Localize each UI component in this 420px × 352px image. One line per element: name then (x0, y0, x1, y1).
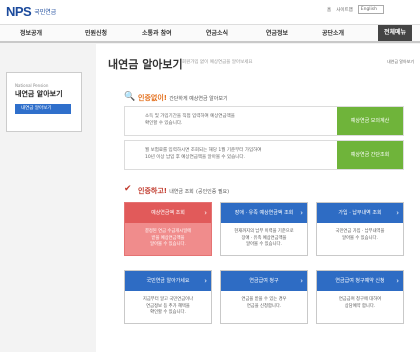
simple-lookup-row: 월 보험료를 입력하시면 조회되는 해당 1월 기준부터 가입하여 10년 이상… (124, 140, 404, 170)
simulation-desc-line1: 소득 및 가입기간을 직접 입력하여 예상연금액을 (145, 114, 235, 119)
language-select[interactable]: English (357, 5, 384, 14)
sidebar: National Pension 내연금 알아보기 내연금 알아보기 (6, 72, 82, 132)
sidebar-item-my-pension[interactable]: 내연금 알아보기 (15, 104, 71, 114)
main-content: 내연금 알아보기 회원가입 없이 예상연금을 알아보세요 내연금 알아보기 🔍 … (96, 44, 420, 352)
checkmark-icon: ✔ (124, 184, 132, 194)
nav-item-info[interactable]: 정보공개 (20, 28, 42, 37)
card-line: 상담예약 합니다. (344, 303, 376, 309)
card-line: 연금을 신청합니다. (246, 303, 282, 309)
page-description: 회원가입 없이 예상연금을 알아보세요 (182, 60, 253, 65)
card-benefit-claim-body: 연금을 받을 수 있는 경우 연금을 신청합니다. (221, 291, 307, 310)
main-nav: 정보공개 민원신청 소통과 참여 연금소식 연금정보 공단소개 전체메뉴 (0, 24, 420, 43)
section-auth-note: (공인인증 필요) (196, 189, 230, 195)
nav-item-pension-info[interactable]: 연금정보 (266, 28, 288, 37)
card-benefit-claim-title: 연금급여 청구 (249, 278, 279, 284)
card-payment-history-title: 가입 · 납부내역 조회 (338, 210, 382, 216)
card-payment-history-body: 국민연금 가입 · 납부내역을 알아볼 수 있습니다. (317, 223, 403, 242)
section-auth-title: 인증하고! 내연금 조회 (공인인증 필요) (138, 186, 229, 196)
card-line: 알아볼 수 있습니다. (342, 235, 378, 241)
chevron-right-icon: › (300, 277, 303, 285)
top-bar: NPS 국민연금 홈 사이트맵 English (0, 0, 420, 24)
card-claim-reservation-title: 연금급여 청구예약 신청 (335, 278, 385, 284)
page-title: 내연금 알아보기 (108, 58, 183, 71)
breadcrumb[interactable]: 내연금 알아보기 (387, 59, 414, 65)
card-disability-survivor-title: 장애 · 유족 예상연금액 조회 (234, 210, 294, 216)
nav-item-communication[interactable]: 소통과 참여 (142, 28, 172, 37)
card-disability-survivor-head: 장애 · 유족 예상연금액 조회 › (221, 203, 307, 223)
logo-mark: NPS (6, 4, 32, 19)
card-payment-history-head: 가입 · 납부내역 조회 › (317, 203, 403, 223)
sidebar-title: 내연금 알아보기 (15, 90, 63, 98)
simple-lookup-desc-line2: 10년 이상 납입 후 예상연금액을 알아볼 수 있습니다. (145, 155, 245, 160)
section-auth-text: 내연금 조회 (169, 189, 194, 195)
card-disability-survivor-body: 현재까지의 납부 이력을 기준으로 장애 · 유족 예상연금액을 알아볼 수 있… (221, 223, 307, 249)
chevron-right-icon: › (204, 209, 207, 217)
nav-item-all-menu[interactable]: 전체메뉴 (378, 25, 413, 41)
card-disability-survivor[interactable]: 장애 · 유족 예상연금액 조회 › 현재까지의 납부 이력을 기준으로 장애 … (220, 202, 308, 256)
nav-item-about[interactable]: 공단소개 (322, 28, 344, 37)
nav-item-news[interactable]: 연금소식 (206, 28, 228, 37)
card-payment-history[interactable]: 가입 · 납부내역 조회 › 국민연금 가입 · 납부내역을 알아볼 수 있습니… (316, 202, 404, 256)
card-expected-pension-head: 예상연금액 조회 › (125, 203, 211, 223)
simulation-desc: 소득 및 가입기간을 직접 입력하여 예상연금액을 확인할 수 있습니다. (145, 113, 285, 127)
utility-links: 홈 사이트맵 English (327, 5, 384, 14)
home-link[interactable]: 홈 (327, 7, 331, 13)
simple-lookup-desc: 월 보험료를 입력하시면 조회되는 해당 1월 기준부터 가입하여 10년 이상… (145, 147, 285, 161)
card-pension-guide-title: 국민연금 알아가세요 (146, 278, 190, 284)
card-pension-guide-head: 국민연금 알아가세요 › (125, 271, 211, 291)
card-benefit-claim-head: 연금급여 청구 › (221, 271, 307, 291)
nav-item-civil[interactable]: 민원신청 (85, 28, 107, 37)
sidebar-en-title: National Pension (15, 83, 49, 88)
card-claim-reservation[interactable]: 연금급여 청구예약 신청 › 연금급여 청구에 대하여 상담예약 합니다. (316, 270, 404, 324)
card-line: 알아볼 수 있습니다. (150, 242, 186, 247)
card-line: 알아볼 수 있습니다. (246, 242, 282, 247)
simple-lookup-button[interactable]: 예상연금 간단조회 (337, 141, 403, 169)
chevron-right-icon: › (396, 277, 399, 285)
section-no-auth-lead: 인증없이! (138, 94, 167, 102)
card-line: 현재까지의 납부 이력을 기준으로 (234, 229, 294, 234)
card-expected-pension-body: 결정된 연금 수급개시일에 받을 예상연금액을 알아볼 수 있습니다. (125, 223, 211, 249)
card-line: 확인할 수 있습니다. (150, 310, 186, 315)
card-pension-guide-body: 지금부터 알고 국민연금이나 연금정보 등 추가 혜택을 확인할 수 있습니다. (125, 291, 211, 317)
card-expected-pension[interactable]: 예상연금액 조회 › 결정된 연금 수급개시일에 받을 예상연금액을 알아볼 수… (124, 202, 212, 256)
card-claim-reservation-body: 연금급여 청구에 대하여 상담예약 합니다. (317, 291, 403, 310)
card-claim-reservation-head: 연금급여 청구예약 신청 › (317, 271, 403, 291)
simulation-desc-line2: 확인할 수 있습니다. (145, 121, 183, 126)
section-auth-lead: 인증하고! (138, 187, 167, 195)
chevron-right-icon: › (204, 277, 207, 285)
section-no-auth-text: 간단하게 예상연금 알아보기 (169, 96, 228, 102)
card-expected-pension-title: 예상연금액 조회 (151, 210, 185, 216)
card-benefit-claim[interactable]: 연금급여 청구 › 연금을 받을 수 있는 경우 연금을 신청합니다. (220, 270, 308, 324)
card-pension-guide[interactable]: 국민연금 알아가세요 › 지금부터 알고 국민연금이나 연금정보 등 추가 혜택… (124, 270, 212, 324)
logo-subtitle: 국민연금 (34, 9, 57, 16)
nps-logo[interactable]: NPS 국민연금 (6, 4, 56, 19)
sitemap-link[interactable]: 사이트맵 (336, 7, 353, 13)
chevron-right-icon: › (300, 209, 303, 217)
simulation-row: 소득 및 가입기간을 직접 입력하여 예상연금액을 확인할 수 있습니다. 예상… (124, 106, 404, 136)
simulation-button[interactable]: 예상연금 모의계산 (337, 107, 403, 135)
simple-lookup-desc-line1: 월 보험료를 입력하시면 조회되는 해당 1월 기준부터 가입하여 (145, 148, 262, 153)
chevron-right-icon: › (396, 209, 399, 217)
magnifier-icon: 🔍 (124, 92, 136, 102)
section-no-auth-title: 인증없이! 간단하게 예상연금 알아보기 (138, 93, 228, 103)
